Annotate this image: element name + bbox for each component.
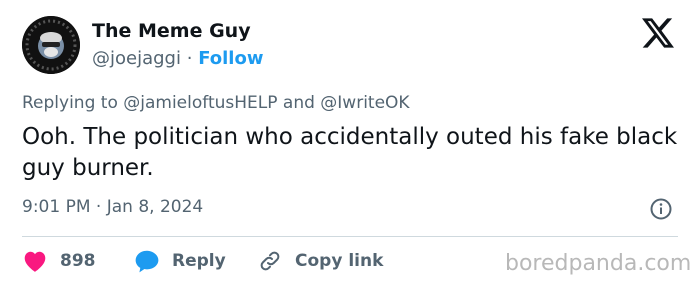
link-icon — [260, 251, 280, 271]
mention-jamieloftushelp[interactable]: @jamieloftusHELP — [123, 93, 277, 113]
author-handle[interactable]: @joejaggi — [92, 48, 181, 69]
avatar[interactable] — [22, 16, 80, 74]
divider — [22, 236, 678, 237]
like-button[interactable]: 898 — [22, 247, 96, 275]
speech-bubble-icon — [135, 250, 159, 273]
reply-button[interactable]: Reply — [134, 247, 226, 275]
reply-label: Reply — [172, 251, 226, 271]
replying-to-line: Replying to @jamieloftusHELP and @Iwrite… — [22, 93, 410, 113]
replying-to-conjunction: and — [282, 93, 315, 113]
mention-iwriteok[interactable]: @IwriteOK — [320, 93, 409, 113]
x-logo-icon[interactable] — [642, 18, 674, 48]
tweet-timestamp[interactable]: 9:01 PM · Jan 8, 2024 — [22, 197, 203, 217]
follow-button[interactable]: Follow — [198, 48, 263, 69]
watermark: boredpanda.com — [505, 251, 692, 276]
like-count: 898 — [60, 251, 96, 271]
heart-icon — [24, 251, 46, 272]
replying-to-prefix: Replying to — [22, 93, 118, 113]
author-line: @joejaggi · Follow — [92, 48, 263, 69]
copy-link-label: Copy link — [295, 251, 384, 271]
copy-link-button[interactable]: Copy link — [257, 247, 383, 275]
tweet-text: Ooh. The politician who accidentally out… — [22, 124, 678, 181]
separator-dot: · — [186, 48, 193, 69]
info-icon[interactable] — [649, 197, 673, 221]
author-name[interactable]: The Meme Guy — [92, 20, 251, 42]
avatar-image — [22, 16, 80, 74]
